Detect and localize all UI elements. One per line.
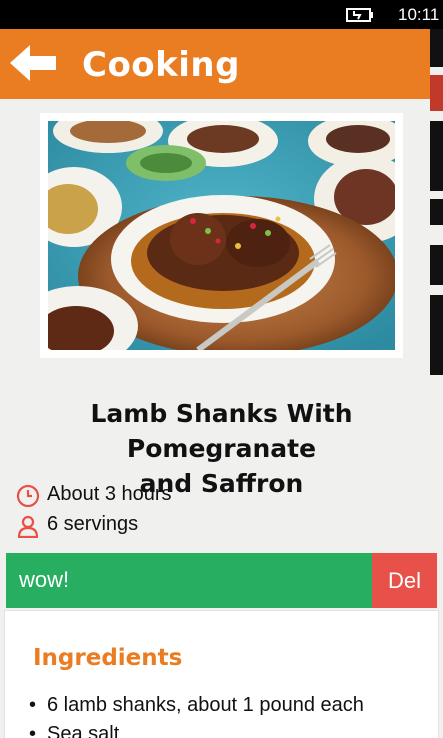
recipe-title-line1: Lamb Shanks With Pomegranate bbox=[90, 399, 353, 463]
person-icon bbox=[17, 515, 39, 538]
back-arrow-icon[interactable] bbox=[10, 43, 58, 83]
delete-note-button[interactable]: Del bbox=[372, 553, 437, 608]
clock-icon bbox=[16, 484, 40, 508]
ingredient-item: Sea salt bbox=[29, 720, 364, 738]
ingredient-item: 6 lamb shanks, about 1 pound each bbox=[29, 691, 364, 720]
side-scroll-indicator bbox=[430, 29, 443, 376]
ingredients-card: Ingredients 6 lamb shanks, about 1 pound… bbox=[4, 610, 439, 738]
app-bar: Cooking bbox=[0, 29, 430, 99]
status-bar: 10:11 bbox=[0, 0, 443, 29]
ingredients-list: 6 lamb shanks, about 1 pound each Sea sa… bbox=[29, 691, 364, 738]
note-item[interactable]: wow! bbox=[6, 553, 372, 608]
recipe-photo-frame bbox=[40, 113, 403, 358]
app-title: Cooking bbox=[82, 45, 240, 85]
ingredients-heading: Ingredients bbox=[33, 645, 183, 671]
battery-charging-icon bbox=[346, 8, 373, 22]
note-text: wow! bbox=[19, 567, 70, 592]
servings-text: 6 servings bbox=[47, 513, 139, 535]
recipe-photo bbox=[48, 121, 395, 350]
duration-text: About 3 hours bbox=[47, 483, 172, 505]
status-time: 10:11 bbox=[398, 5, 440, 24]
